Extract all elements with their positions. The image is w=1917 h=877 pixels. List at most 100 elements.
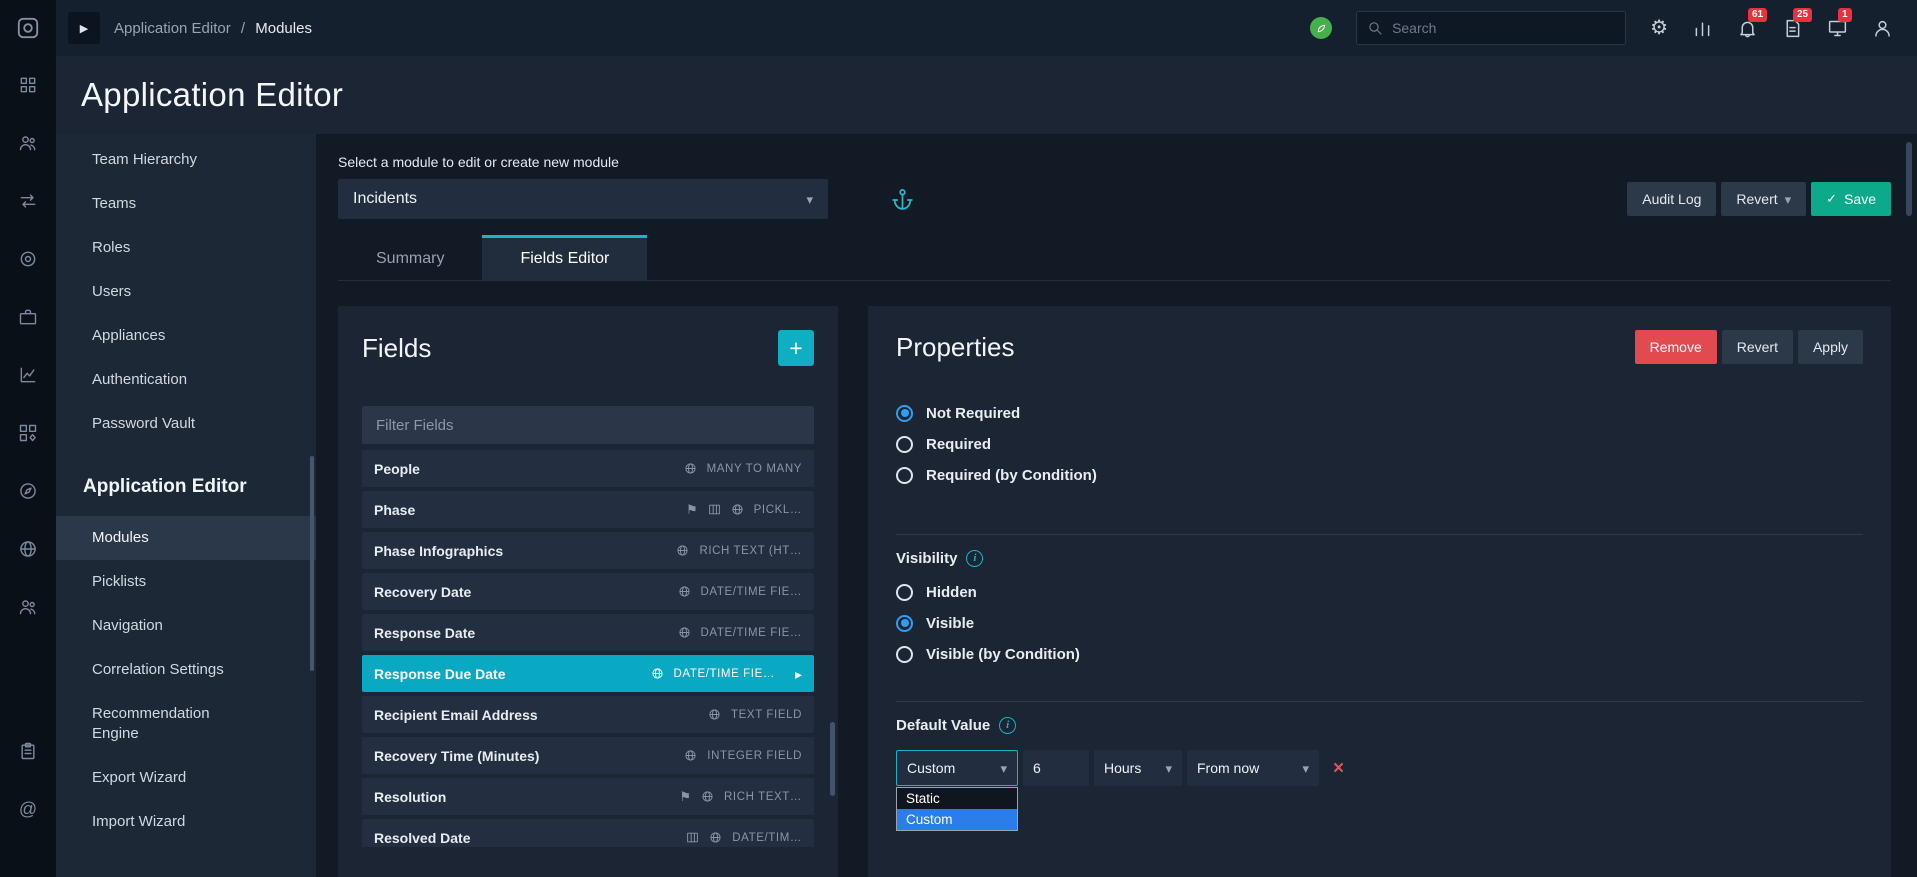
globe-icon [731,503,744,516]
sidebar-item-roles[interactable]: Roles [56,226,316,270]
sidebar-scrollbar[interactable] [310,456,314,671]
sidebar-item-modules[interactable]: Modules [56,516,316,560]
audit-clipboard-icon[interactable] [0,722,56,780]
tab-summary[interactable]: Summary [338,235,482,280]
notifications-bell-icon[interactable]: 61 [1737,18,1758,39]
navigator-compass-icon[interactable] [0,462,56,520]
user-profile-icon[interactable] [1872,18,1893,39]
radio-hidden[interactable]: Hidden [896,583,1863,601]
properties-panel: Properties Remove Revert Apply Not Requi… [868,306,1891,877]
clear-default-icon[interactable]: × [1333,759,1344,778]
fields-panel-header: Fields + [362,330,814,366]
revert-button[interactable]: Revert ▾ [1721,182,1806,216]
info-icon[interactable]: i [999,717,1016,734]
radio-icon[interactable] [896,467,913,484]
field-row-recovery-time[interactable]: Recovery Time (Minutes) INTEGER FIELD [362,737,814,774]
flag-icon: ⚑ [686,503,698,516]
dashboard-icon[interactable] [0,56,56,114]
system-health-icon[interactable] [1310,17,1332,39]
radio-icon[interactable] [896,646,913,663]
sidebar-item-recommendation-engine[interactable]: Recommendation Engine [56,692,316,756]
notifications-badge: 61 [1748,8,1767,22]
system-monitor-icon[interactable]: 1 [1827,18,1848,39]
search-input[interactable] [1392,20,1615,36]
field-row-people[interactable]: People MANY TO MANY [362,450,814,487]
default-mode-select[interactable]: Custom ▾ Static Custom [896,750,1018,786]
settings-gear-icon[interactable]: ⚙ [1650,18,1668,38]
radio-icon[interactable] [896,615,913,632]
field-row-phase-infographics[interactable]: Phase Infographics RICH TEXT (HT… [362,532,814,569]
radio-not-required[interactable]: Not Required [896,404,1863,422]
connectors-globe-icon[interactable] [0,520,56,578]
field-row-recipient-email-address[interactable]: Recipient Email Address TEXT FIELD [362,696,814,733]
radio-required[interactable]: Required [896,435,1863,453]
plus-icon: + [789,337,802,360]
sidebar-item-team-hierarchy[interactable]: Team Hierarchy [56,138,316,182]
module-select[interactable]: Incidents ▾ [338,179,828,219]
module-anchor-icon[interactable] [890,187,915,212]
info-icon[interactable]: i [966,550,983,567]
field-row-recovery-date[interactable]: Recovery Date DATE/TIME FIE… [362,573,814,610]
apply-button[interactable]: Apply [1798,330,1863,364]
default-direction-select[interactable]: From now ▾ [1187,750,1319,786]
page-scrollbar[interactable] [1906,142,1912,216]
sidebar-item-authentication[interactable]: Authentication [56,358,316,402]
user-community-icon[interactable] [0,578,56,636]
radio-visible-by-condition[interactable]: Visible (by Condition) [896,645,1863,663]
app-logo-icon[interactable] [0,0,56,56]
app-root: @ ▶ Application Editor / Modules ⚙ [0,0,1917,877]
default-amount-input[interactable] [1023,750,1089,786]
field-row-response-due-date[interactable]: Response Due Date DATE/TIME FIE… ▸ [362,655,814,692]
chevron-down-icon: ▾ [1302,762,1309,775]
audit-log-button[interactable]: Audit Log [1627,182,1716,216]
sidebar-item-users[interactable]: Users [56,270,316,314]
fields-panel-title: Fields [362,333,431,364]
field-row-phase[interactable]: Phase ⚑ PICKL… [362,491,814,528]
mode-option-custom[interactable]: Custom [897,809,1017,830]
approvals-doc-icon[interactable]: 25 [1782,18,1803,39]
sidebar-item-appliances[interactable]: Appliances [56,314,316,358]
widgets-icon[interactable] [0,404,56,462]
mode-option-static[interactable]: Static [897,788,1017,809]
sidebar-item-teams[interactable]: Teams [56,182,316,226]
global-search[interactable] [1356,11,1626,45]
sidebar-item-password-vault[interactable]: Password Vault [56,402,316,446]
default-unit-select[interactable]: Hours ▾ [1094,750,1182,786]
filter-fields-input[interactable] [362,406,814,444]
properties-revert-button[interactable]: Revert [1722,330,1793,364]
radio-required-by-condition[interactable]: Required (by Condition) [896,466,1863,484]
topbar: ▶ Application Editor / Modules ⚙ 61 [56,0,1917,56]
module-bar: Incidents ▾ Audit Log Revert ▾ ✓ Save [338,179,1891,219]
resources-briefcase-icon[interactable] [0,288,56,346]
visibility-radio-group: Hidden Visible Visible (by Condition) [896,583,1863,663]
approvals-badge: 25 [1793,8,1812,22]
properties-panel-header: Properties Remove Revert Apply [896,330,1863,364]
stats-bars-icon[interactable] [1692,18,1713,39]
field-list-scrollbar[interactable] [830,722,835,796]
save-button[interactable]: ✓ Save [1811,182,1891,216]
data-exchange-icon[interactable] [0,172,56,230]
field-row-resolution[interactable]: Resolution ⚑ RICH TEXT… [362,778,814,815]
breadcrumb-parent[interactable]: Application Editor [114,20,231,37]
sidebar-item-import-wizard[interactable]: Import Wizard [56,800,316,844]
sidebar-item-export-wizard[interactable]: Export Wizard [56,756,316,800]
field-row-resolved-date[interactable]: Resolved Date DATE/TIM… [362,819,814,847]
reports-chart-icon[interactable] [0,346,56,404]
field-row-response-date[interactable]: Response Date DATE/TIME FIE… [362,614,814,651]
teams-icon[interactable] [0,114,56,172]
automation-icon[interactable] [0,230,56,288]
check-icon: ✓ [1826,191,1837,207]
expand-menu-button[interactable]: ▶ [68,12,100,44]
remove-button[interactable]: Remove [1635,330,1717,364]
radio-icon[interactable] [896,584,913,601]
sidebar-item-picklists[interactable]: Picklists [56,560,316,604]
mentions-at-icon[interactable]: @ [0,780,56,838]
sidebar-item-navigation[interactable]: Navigation [56,604,316,648]
sidebar-item-correlation-settings[interactable]: Correlation Settings [56,648,316,692]
radio-icon[interactable] [896,405,913,422]
add-field-button[interactable]: + [778,330,814,366]
globe-icon [676,544,689,557]
radio-icon[interactable] [896,436,913,453]
tab-fields-editor[interactable]: Fields Editor [482,235,647,280]
radio-visible[interactable]: Visible [896,614,1863,632]
